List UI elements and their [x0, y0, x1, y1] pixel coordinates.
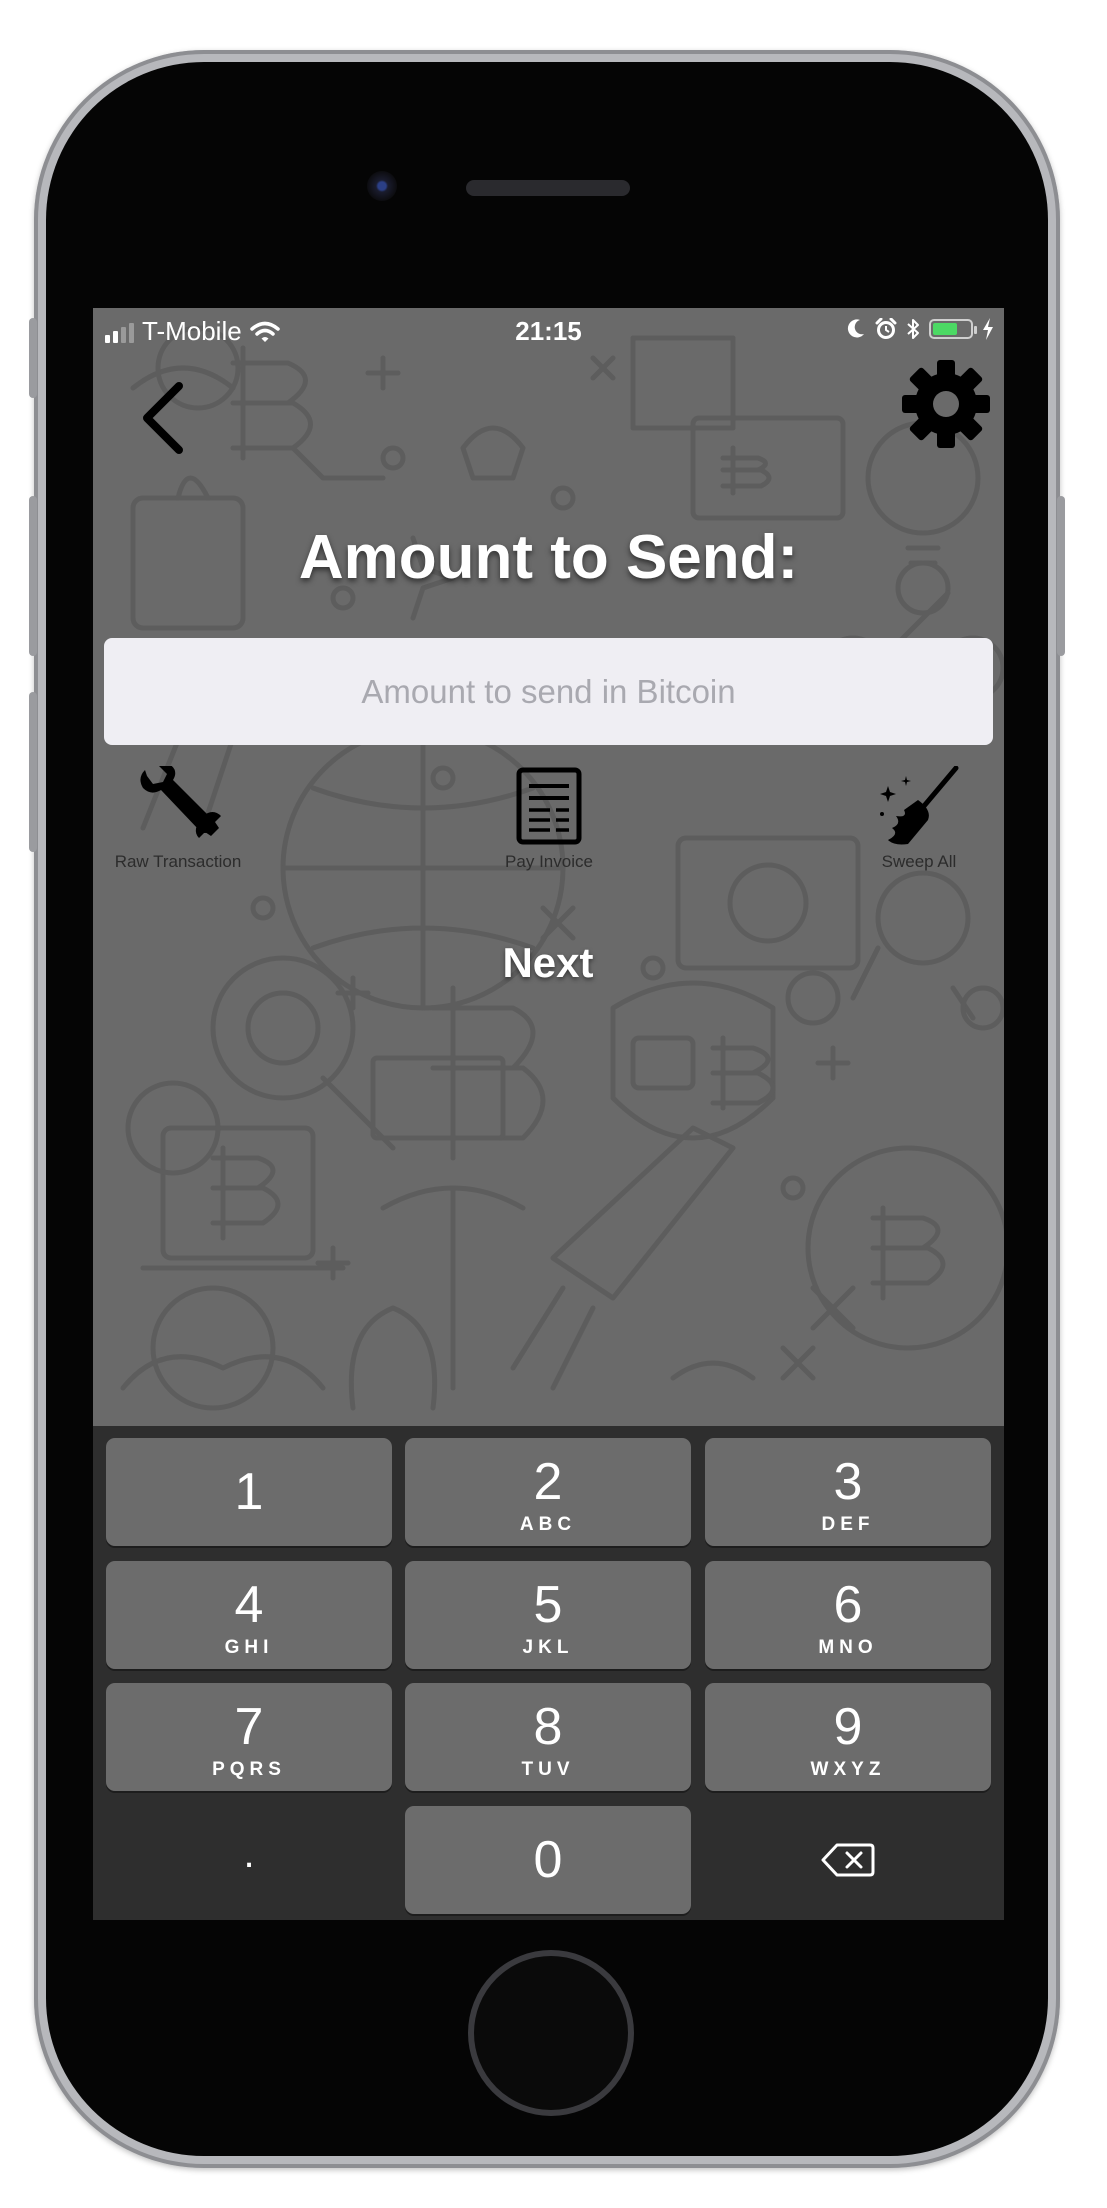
- key-digit: 2: [533, 1453, 563, 1511]
- key-digit: 1: [234, 1463, 264, 1521]
- mute-switch: [29, 318, 37, 398]
- next-button[interactable]: Next: [448, 933, 648, 993]
- key-digit: 3: [833, 1453, 863, 1511]
- raw-transaction-button[interactable]: Raw Transaction: [93, 766, 268, 872]
- settings-button[interactable]: [898, 356, 994, 452]
- key-decimal[interactable]: .: [106, 1806, 392, 1914]
- volume-up-button: [29, 496, 37, 656]
- status-bar: T-Mobile 21:15: [93, 308, 1004, 356]
- earpiece-speaker: [466, 180, 630, 196]
- wrench-icon: [140, 766, 221, 838]
- key-digit: 0: [533, 1831, 563, 1889]
- key-digit: 5: [533, 1576, 563, 1634]
- key-letters: MNO: [818, 1637, 878, 1658]
- pay-invoice-button[interactable]: Pay Invoice: [459, 766, 639, 872]
- key-7[interactable]: 7 PQRS: [106, 1683, 392, 1791]
- key-digit: 9: [833, 1698, 863, 1756]
- key-1[interactable]: 1: [106, 1438, 392, 1546]
- front-camera: [367, 171, 397, 201]
- status-right: [846, 317, 994, 341]
- key-digit: 4: [234, 1576, 264, 1634]
- moon-icon: [847, 319, 864, 338]
- action-label: Pay Invoice: [505, 852, 593, 871]
- key-digit: 6: [833, 1576, 863, 1634]
- key-letters: WXYZ: [810, 1759, 886, 1780]
- key-digit: 7: [234, 1698, 264, 1756]
- alarm-clock-icon: [875, 318, 897, 339]
- volume-down-button: [29, 692, 37, 852]
- decimal-symbol: .: [243, 1832, 255, 1876]
- key-letters: DEF: [821, 1514, 875, 1535]
- action-label: Sweep All: [881, 852, 957, 871]
- back-button[interactable]: [135, 378, 195, 458]
- bluetooth-icon: [907, 319, 919, 339]
- sweep-all-button[interactable]: Sweep All: [829, 766, 1004, 872]
- amount-input[interactable]: [104, 638, 993, 745]
- key-letters: PQRS: [212, 1759, 286, 1780]
- key-digit: 8: [533, 1698, 563, 1756]
- invoice-icon: [516, 767, 582, 845]
- key-6[interactable]: 6 MNO: [705, 1561, 991, 1669]
- key-3[interactable]: 3 DEF: [705, 1438, 991, 1546]
- gear-icon: [902, 360, 990, 448]
- key-8[interactable]: 8 TUV: [405, 1683, 691, 1791]
- battery-icon: [929, 319, 977, 339]
- page-title: Amount to Send:: [298, 523, 799, 592]
- key-letters: TUV: [521, 1759, 575, 1780]
- key-5[interactable]: 5 JKL: [405, 1561, 691, 1669]
- key-4[interactable]: 4 GHI: [106, 1561, 392, 1669]
- key-delete[interactable]: [705, 1806, 991, 1914]
- backspace-icon: [821, 1843, 875, 1877]
- chevron-left-icon: [143, 382, 183, 454]
- key-9[interactable]: 9 WXYZ: [705, 1683, 991, 1791]
- key-0[interactable]: 0: [405, 1806, 691, 1914]
- action-label: Raw Transaction: [114, 852, 242, 871]
- key-letters: ABC: [519, 1514, 577, 1535]
- power-button: [1057, 496, 1065, 656]
- broom-icon: [880, 766, 959, 845]
- app-screen: T-Mobile 21:15 Amount to Send: Amount to…: [93, 308, 1004, 1920]
- home-button[interactable]: [468, 1950, 634, 2116]
- key-2[interactable]: 2 ABC: [405, 1438, 691, 1546]
- key-letters: GHI: [224, 1637, 274, 1658]
- charging-bolt-icon: [983, 318, 993, 340]
- key-letters: JKL: [522, 1637, 574, 1658]
- numeric-keypad: 1 2 ABC 3 DEF 4 GHI 5 JKL 6 MNO 7 PQRS 8…: [93, 1426, 1004, 1920]
